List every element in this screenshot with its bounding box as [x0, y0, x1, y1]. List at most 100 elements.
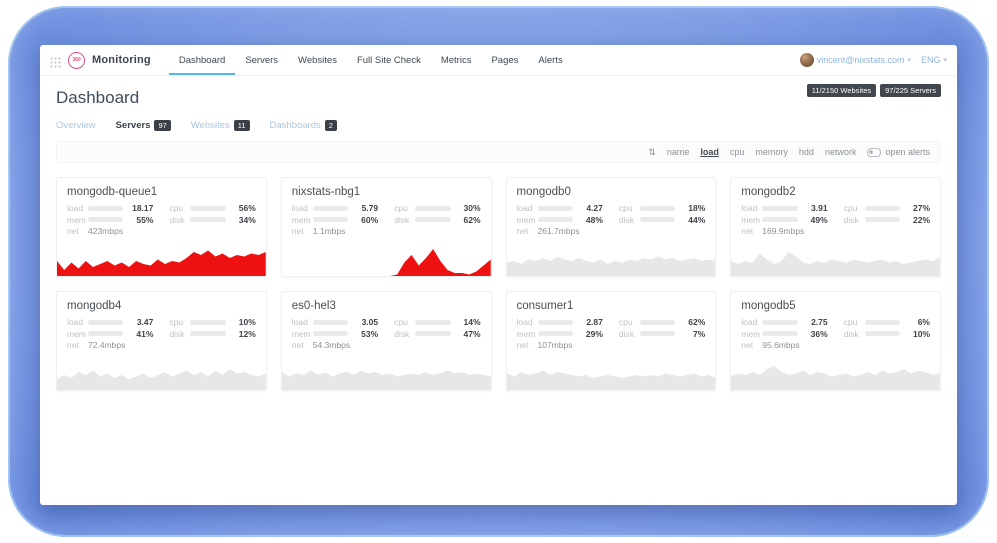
load-bar	[538, 206, 573, 211]
sort-option-hdd[interactable]: hdd	[799, 147, 814, 157]
disk-bar	[865, 331, 900, 336]
user-email: vincent@nixstats.com	[817, 55, 905, 65]
disk-bar	[640, 217, 675, 222]
load-label: load	[292, 204, 313, 213]
network-sparkline-chart	[507, 246, 716, 276]
mem-metric: mem 55%	[67, 216, 153, 225]
server-card[interactable]: mongodb4 load 3.47 cpu 10% mem 41% disk …	[56, 291, 267, 391]
subtab-overview[interactable]: Overview	[56, 120, 96, 131]
mem-bar	[313, 331, 348, 336]
server-card[interactable]: consumer1 load 2.87 cpu 62% mem 29% disk…	[506, 291, 717, 391]
load-metric: load 3.91	[741, 204, 827, 213]
load-metric: load 3.05	[292, 318, 378, 327]
subtab-websites[interactable]: Websites11	[191, 120, 250, 131]
net-value: 261.7mbps	[538, 227, 580, 236]
language-menu[interactable]: ENG ▾	[921, 55, 947, 65]
server-name[interactable]: nixstats-nbg1	[282, 178, 491, 203]
net-label: net	[517, 227, 538, 236]
server-name[interactable]: mongodb2	[731, 178, 940, 203]
server-name[interactable]: mongodb5	[731, 292, 940, 317]
load-label: load	[517, 204, 538, 213]
subtab-servers[interactable]: Servers97	[116, 120, 171, 131]
load-bar	[313, 320, 348, 325]
server-name[interactable]: mongodb0	[507, 178, 716, 203]
cpu-label: cpu	[169, 204, 190, 213]
net-label: net	[292, 341, 313, 350]
server-name[interactable]: es0-hel3	[282, 292, 491, 317]
nav-tab-alerts[interactable]: Alerts	[528, 45, 572, 75]
sort-options: name load cpu memory hdd network	[667, 147, 857, 157]
mem-bar	[313, 217, 348, 222]
open-alerts-label: open alerts	[885, 147, 930, 157]
server-name[interactable]: consumer1	[507, 292, 716, 317]
disk-label: disk	[844, 216, 865, 225]
server-card[interactable]: mongodb5 load 2.75 cpu 6% mem 36% disk 1…	[730, 291, 941, 391]
mem-metric: mem 53%	[292, 330, 378, 339]
cpu-label: cpu	[394, 318, 415, 327]
server-card[interactable]: es0-hel3 load 3.05 cpu 14% mem 53% disk …	[281, 291, 492, 391]
load-value: 2.75	[804, 318, 828, 327]
cpu-label: cpu	[619, 318, 640, 327]
load-metric: load 2.75	[741, 318, 827, 327]
net-value: 54.3mbps	[313, 341, 350, 350]
nav-tab-websites[interactable]: Websites	[288, 45, 347, 75]
disk-bar	[190, 331, 225, 336]
subtab-dashboards[interactable]: Dashboards2	[270, 120, 337, 131]
load-label: load	[67, 204, 88, 213]
nav-tab-servers[interactable]: Servers	[235, 45, 288, 75]
load-value: 3.91	[804, 204, 828, 213]
server-card[interactable]: mongodb2 load 3.91 cpu 27% mem 49% disk …	[730, 177, 941, 277]
user-menu[interactable]: vincent@nixstats.com ▾	[800, 53, 911, 67]
websites-usage-badge[interactable]: 11/2150 Websites	[807, 84, 876, 97]
nav-tab-full-site-check[interactable]: Full Site Check	[347, 45, 431, 75]
load-label: load	[67, 318, 88, 327]
open-alerts-toggle[interactable]: open alerts	[867, 147, 930, 157]
disk-label: disk	[619, 216, 640, 225]
net-label: net	[517, 341, 538, 350]
network-sparkline-chart	[507, 360, 716, 390]
subtab-label: Websites	[191, 120, 230, 131]
cpu-bar	[865, 206, 900, 211]
net-value: 1.1mbps	[313, 227, 346, 236]
disk-metric: disk 47%	[394, 330, 480, 339]
disk-value: 12%	[232, 330, 256, 339]
load-value: 5.79	[354, 204, 378, 213]
nav-user-area: vincent@nixstats.com ▾ ENG ▾	[800, 45, 947, 75]
mem-metric: mem 60%	[292, 216, 378, 225]
server-name[interactable]: mongodb4	[57, 292, 266, 317]
sort-option-memory[interactable]: memory	[755, 147, 788, 157]
cpu-label: cpu	[619, 204, 640, 213]
subtab-label: Dashboards	[270, 120, 321, 131]
disk-bar	[640, 331, 675, 336]
load-metric: load 5.79	[292, 204, 378, 213]
server-card[interactable]: nixstats-nbg1 load 5.79 cpu 30% mem 60% …	[281, 177, 492, 277]
server-metrics: load 3.91 cpu 27% mem 49% disk 22%	[731, 203, 940, 224]
nav-tab-pages[interactable]: Pages	[481, 45, 528, 75]
net-label: net	[67, 227, 88, 236]
mem-metric: mem 48%	[517, 216, 603, 225]
cpu-bar	[415, 320, 450, 325]
cpu-value: 56%	[232, 204, 256, 213]
sort-option-load[interactable]: load	[700, 147, 719, 157]
server-metrics: load 3.47 cpu 10% mem 41% disk 12%	[57, 317, 266, 338]
cpu-bar	[640, 206, 675, 211]
server-card[interactable]: mongodb-queue1 load 18.17 cpu 56% mem 55…	[56, 177, 267, 277]
sort-option-name[interactable]: name	[667, 147, 690, 157]
servers-usage-badge[interactable]: 97/225 Servers	[880, 84, 941, 97]
apps-grid-icon[interactable]	[50, 55, 61, 66]
server-card[interactable]: mongodb0 load 4.27 cpu 18% mem 48% disk …	[506, 177, 717, 277]
load-metric: load 4.27	[517, 204, 603, 213]
nav-tab-dashboard[interactable]: Dashboard	[169, 45, 235, 75]
load-value: 3.47	[129, 318, 153, 327]
disk-value: 47%	[457, 330, 481, 339]
net-label: net	[741, 341, 762, 350]
subtab-count-badge: 97	[154, 120, 170, 131]
sort-option-network[interactable]: network	[825, 147, 857, 157]
network-sparkline-chart	[57, 360, 266, 390]
sort-option-cpu[interactable]: cpu	[730, 147, 745, 157]
360-logo-icon: 360	[68, 52, 85, 69]
mem-value: 36%	[804, 330, 828, 339]
server-name[interactable]: mongodb-queue1	[57, 178, 266, 203]
nav-tab-metrics[interactable]: Metrics	[431, 45, 482, 75]
server-metrics: load 4.27 cpu 18% mem 48% disk 44%	[507, 203, 716, 224]
